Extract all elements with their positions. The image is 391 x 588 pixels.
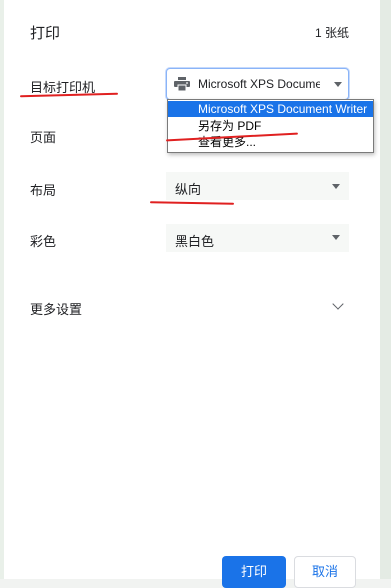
color-label: 彩色 bbox=[30, 234, 57, 249]
printer-icon bbox=[174, 77, 190, 91]
left-border bbox=[0, 0, 4, 579]
layout-label: 布局 bbox=[30, 183, 57, 198]
print-dialog: 打印 1 张纸 目标打印机 Microsoft XPS Document Wri… bbox=[0, 0, 380, 588]
print-button[interactable]: 打印 bbox=[222, 556, 286, 588]
sheet-count: 1 张纸 bbox=[314, 26, 349, 40]
color-value: 黑白色 bbox=[175, 234, 215, 249]
color-select[interactable]: 黑白色 bbox=[166, 224, 349, 252]
dropdown-option-see-more[interactable]: 查看更多... bbox=[168, 134, 373, 150]
layout-value: 纵向 bbox=[175, 182, 202, 197]
right-border bbox=[380, 0, 391, 579]
annotation-underline-layout bbox=[149, 201, 235, 205]
destination-dropdown-list: Microsoft XPS Document Writer 另存为 PDF 查看… bbox=[167, 99, 374, 153]
chevron-down-icon bbox=[332, 235, 340, 240]
chevron-down-icon bbox=[334, 82, 342, 87]
cancel-button[interactable]: 取消 bbox=[294, 556, 356, 588]
dropdown-option-save-pdf[interactable]: 另存为 PDF bbox=[168, 118, 373, 134]
dropdown-option-xps[interactable]: Microsoft XPS Document Writer bbox=[168, 101, 373, 117]
chevron-down-icon bbox=[332, 184, 340, 189]
destination-select[interactable]: Microsoft XPS Document Writer bbox=[166, 68, 349, 100]
expand-chevron-icon[interactable] bbox=[332, 298, 344, 310]
layout-select[interactable]: 纵向 bbox=[166, 172, 349, 200]
pages-label: 页面 bbox=[30, 130, 57, 145]
more-settings-label[interactable]: 更多设置 bbox=[30, 299, 82, 318]
destination-value: Microsoft XPS Document Writer bbox=[198, 77, 320, 91]
dialog-title: 打印 bbox=[30, 25, 61, 42]
